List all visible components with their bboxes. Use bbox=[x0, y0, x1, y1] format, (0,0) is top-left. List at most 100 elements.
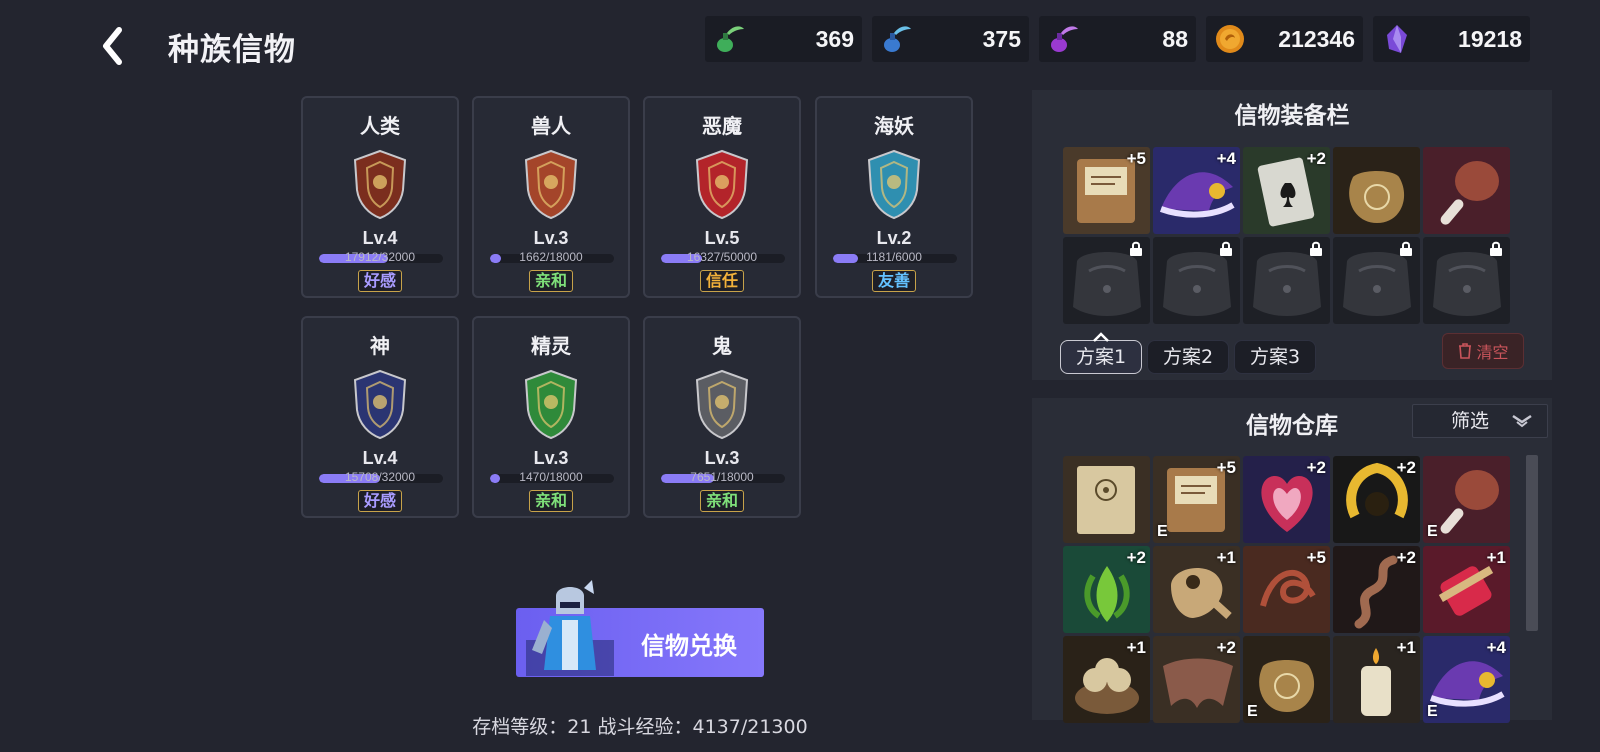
sack-icon bbox=[1349, 171, 1405, 223]
currency-value: 369 bbox=[815, 25, 854, 52]
purple-crystal-icon bbox=[1387, 25, 1407, 53]
relic-plus-level: +2 bbox=[1126, 548, 1146, 567]
relic-slot[interactable] bbox=[1063, 456, 1150, 543]
race-card[interactable]: 人类 Lv.4 17912/32000 好感 bbox=[301, 96, 459, 298]
race-card[interactable]: 鬼 Lv.3 7651/18000 亲和 bbox=[643, 316, 801, 518]
filter-label: 筛选 bbox=[1451, 410, 1490, 432]
relic-slot[interactable]: E bbox=[1243, 636, 1330, 723]
race-card[interactable]: 精灵 Lv.3 1470/18000 亲和 bbox=[472, 316, 630, 518]
relic-plus-level: +5 bbox=[1126, 149, 1146, 168]
race-level: Lv.3 bbox=[533, 228, 569, 248]
relic-plus-level: +1 bbox=[1216, 548, 1236, 567]
race-card[interactable]: 海妖 Lv.2 1181/6000 友善 bbox=[815, 96, 973, 298]
trash-icon bbox=[1459, 343, 1472, 359]
relic-slot[interactable]: +4 E bbox=[1423, 636, 1510, 723]
back-button[interactable] bbox=[92, 22, 132, 70]
locked-slot[interactable] bbox=[1243, 237, 1330, 324]
chevron-left-icon bbox=[103, 27, 122, 65]
relic-slot[interactable]: +1 bbox=[1423, 546, 1510, 633]
relic-slot[interactable]: +5 bbox=[1063, 147, 1150, 234]
relic-slot[interactable]: +2 bbox=[1243, 456, 1330, 543]
race-exp: 17912/32000 bbox=[344, 250, 416, 264]
race-level: Lv.3 bbox=[533, 448, 569, 468]
race-name: 兽人 bbox=[531, 114, 571, 138]
warehouse-scrollbar[interactable] bbox=[1526, 455, 1538, 631]
race-exp: 1470/18000 bbox=[519, 470, 583, 484]
race-exp: 16327/50000 bbox=[686, 250, 758, 264]
active-preset-caret-icon bbox=[1093, 332, 1109, 342]
race-card[interactable]: 恶魔 Lv.5 16327/50000 信任 bbox=[643, 96, 801, 298]
relic-plus-level: +2 bbox=[1396, 458, 1416, 477]
preset-tab-2[interactable]: 方案2 bbox=[1147, 340, 1229, 374]
relic-plus-level: +4 bbox=[1486, 638, 1506, 657]
relic-plus-level: +2 bbox=[1396, 548, 1416, 567]
relic-slot[interactable]: +4 bbox=[1153, 147, 1240, 234]
relic-slot[interactable] bbox=[1423, 147, 1510, 234]
green-potion-icon bbox=[717, 26, 744, 52]
race-level: Lv.4 bbox=[362, 228, 398, 248]
race-level: Lv.3 bbox=[704, 448, 740, 468]
race-card[interactable]: 神 Lv.4 15708/32000 好感 bbox=[301, 316, 459, 518]
relic-slot[interactable]: +2 bbox=[1243, 147, 1330, 234]
relic-plus-level: +4 bbox=[1216, 149, 1236, 168]
race-relation-badge: 亲和 bbox=[528, 270, 574, 292]
race-shield-icon bbox=[695, 369, 749, 440]
lock-icon bbox=[1400, 241, 1412, 256]
preset-tab-3[interactable]: 方案3 bbox=[1234, 340, 1316, 374]
race-shield-icon bbox=[695, 149, 749, 220]
race-shield-icon bbox=[524, 149, 578, 220]
race-name: 神 bbox=[370, 334, 390, 358]
relic-slot[interactable]: +5 bbox=[1243, 546, 1330, 633]
relic-plus-level: +5 bbox=[1306, 548, 1326, 567]
race-card[interactable]: 兽人 Lv.3 1662/18000 亲和 bbox=[472, 96, 630, 298]
clear-label: 清空 bbox=[1476, 343, 1509, 362]
currency-blue-potion: 375 bbox=[872, 16, 1029, 62]
currency-gold: 212346 bbox=[1206, 16, 1363, 62]
race-name: 鬼 bbox=[712, 334, 732, 358]
locked-slot[interactable] bbox=[1333, 237, 1420, 324]
relic-plus-level: +2 bbox=[1306, 458, 1326, 477]
race-shield-icon bbox=[867, 149, 921, 220]
race-level: Lv.5 bbox=[704, 228, 740, 248]
relic-exchange-button[interactable]: 信物兑换 bbox=[516, 580, 764, 677]
race-exp: 15708/32000 bbox=[344, 470, 416, 484]
race-shield-icon bbox=[353, 369, 407, 440]
blue-potion-icon bbox=[884, 26, 911, 52]
relic-slot[interactable]: +5 E bbox=[1153, 456, 1240, 543]
relic-slot[interactable]: +1 bbox=[1153, 546, 1240, 633]
equipped-marker: E bbox=[1157, 523, 1168, 540]
race-name: 精灵 bbox=[531, 334, 571, 358]
lock-icon bbox=[1490, 241, 1502, 256]
race-exp: 1181/6000 bbox=[866, 250, 922, 264]
filter-dropdown[interactable]: 筛选 bbox=[1412, 404, 1548, 438]
race-shield-icon bbox=[524, 369, 578, 440]
relic-plus-level: +5 bbox=[1216, 458, 1236, 477]
relic-slot[interactable] bbox=[1333, 147, 1420, 234]
relic-slot[interactable]: +2 bbox=[1333, 456, 1420, 543]
relic-slot[interactable]: +2 bbox=[1153, 636, 1240, 723]
lock-icon bbox=[1220, 241, 1232, 256]
gold-coin-icon bbox=[1216, 25, 1244, 53]
lock-icon bbox=[1130, 241, 1142, 256]
relic-slot[interactable]: +1 bbox=[1333, 636, 1420, 723]
relic-slot[interactable]: +2 bbox=[1063, 546, 1150, 633]
equipped-marker: E bbox=[1427, 523, 1438, 540]
relic-slot[interactable]: +2 bbox=[1333, 546, 1420, 633]
currency-purple-potion: 88 bbox=[1039, 16, 1196, 62]
currency-crystal: 19218 bbox=[1373, 16, 1530, 62]
race-relation-badge: 友善 bbox=[871, 270, 917, 292]
race-name: 恶魔 bbox=[702, 114, 742, 138]
clear-button[interactable]: 清空 bbox=[1442, 333, 1524, 369]
purple-potion-icon bbox=[1051, 26, 1078, 52]
preset-tab-1[interactable]: 方案1 bbox=[1060, 340, 1142, 374]
relic-slot[interactable]: E bbox=[1423, 456, 1510, 543]
relic-slot[interactable]: +1 bbox=[1063, 636, 1150, 723]
lock-icon bbox=[1310, 241, 1322, 256]
locked-slot[interactable] bbox=[1063, 237, 1150, 324]
locked-slot[interactable] bbox=[1423, 237, 1510, 324]
race-name: 人类 bbox=[360, 114, 400, 138]
drumstick-icon bbox=[1440, 161, 1499, 225]
race-relation-badge: 好感 bbox=[357, 490, 403, 512]
locked-slot[interactable] bbox=[1153, 237, 1240, 324]
relic-plus-level: +1 bbox=[1396, 638, 1416, 657]
